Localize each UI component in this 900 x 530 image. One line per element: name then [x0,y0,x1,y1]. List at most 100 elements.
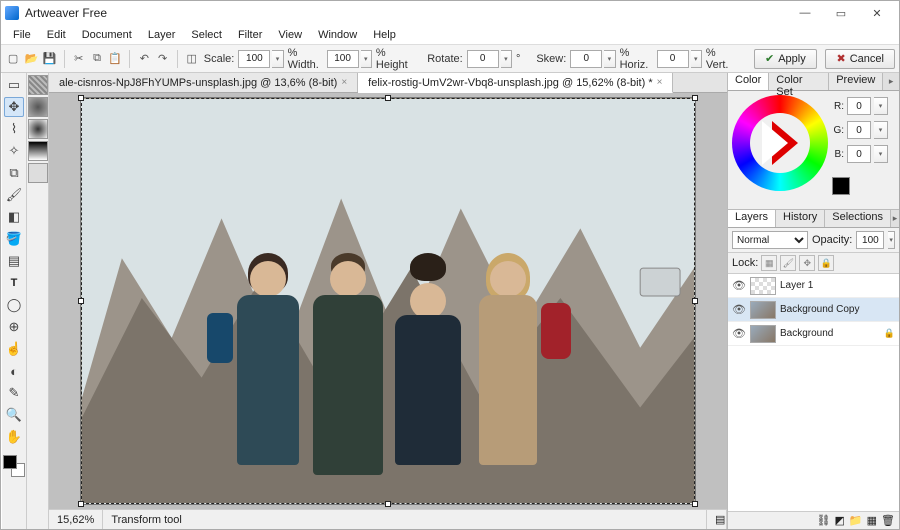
gradient-tool[interactable]: ▤ [4,251,24,271]
tab-doc-1[interactable]: ale-cisnros-NpJ8FhYUMPs-unsplash.jpg @ 1… [49,73,358,92]
dock-thumb-d[interactable] [28,141,48,161]
skew-v-input[interactable] [657,50,689,68]
zoom-tool[interactable]: 🔍 [4,405,24,425]
color-g-input[interactable] [847,121,871,139]
handle-n[interactable] [385,95,391,101]
menu-edit[interactable]: Edit [39,27,74,43]
skew-v-dd[interactable]: ▾ [691,50,702,68]
minimize-button[interactable]: ― [787,1,823,25]
foreground-swatch[interactable] [3,455,17,469]
handle-w[interactable] [78,298,84,304]
layer-row[interactable]: 👁 Layer 1 [728,274,899,298]
color-wheel[interactable] [732,95,828,191]
panel-tab-preview[interactable]: Preview [829,73,883,90]
opacity-input[interactable] [856,231,884,249]
panel-menu-icon[interactable]: ▸ [883,73,899,90]
dock-thumb-c[interactable] [28,119,48,139]
smudge-tool[interactable]: ☝ [4,339,24,359]
handle-ne[interactable] [692,95,698,101]
dock-thumb-b[interactable] [28,97,48,117]
panel-fg-swatch[interactable] [832,177,850,195]
copy-icon[interactable]: ⧉ [89,49,105,69]
close-tab-icon[interactable]: × [657,77,663,88]
shape-tool[interactable]: ◯ [4,295,24,315]
blend-mode-select[interactable]: Normal [732,231,808,249]
layer-row[interactable]: 👁 Background Copy [728,298,899,322]
menu-document[interactable]: Document [74,27,140,43]
close-button[interactable]: ✕ [859,1,895,25]
lock-position-icon[interactable]: ✥ [799,255,815,271]
undo-icon[interactable]: ↶ [136,49,152,69]
menu-file[interactable]: File [5,27,39,43]
layer-new-icon[interactable]: ▦ [867,514,877,527]
color-triangle[interactable] [762,121,788,165]
close-tab-icon[interactable]: × [341,77,347,88]
cut-icon[interactable]: ✂ [71,49,87,69]
visibility-icon[interactable]: 👁 [732,303,746,316]
rotate-dd[interactable]: ▾ [501,50,512,68]
dodge-tool[interactable]: ◐ [4,361,24,381]
menu-help[interactable]: Help [365,27,404,43]
menu-select[interactable]: Select [183,27,230,43]
scale-width-input[interactable] [238,50,270,68]
handle-se[interactable] [692,501,698,507]
panel-tab-color[interactable]: Color [728,73,769,90]
menu-filter[interactable]: Filter [230,27,270,43]
dock-thumb-a[interactable] [28,75,48,95]
panel-tab-selections[interactable]: Selections [825,210,891,227]
handle-nw[interactable] [78,95,84,101]
menu-layer[interactable]: Layer [140,27,184,43]
rotate-input[interactable] [467,50,499,68]
brush-tool[interactable]: 🖌 [4,185,24,205]
move-tool[interactable]: ✥ [4,97,24,117]
visibility-icon[interactable]: 👁 [732,279,746,292]
bucket-tool[interactable]: 🪣 [4,229,24,249]
lock-all-icon[interactable]: 🔒 [818,255,834,271]
hand-tool[interactable]: ✋ [4,427,24,447]
color-b-input[interactable] [847,145,871,163]
eraser-tool[interactable]: ◧ [4,207,24,227]
panel-tab-layers[interactable]: Layers [728,210,776,227]
canvas-viewport[interactable] [49,93,727,509]
transform-icon[interactable]: ◫ [184,49,200,69]
scale-height-input[interactable] [327,50,359,68]
status-zoom[interactable]: 15,62% [49,510,103,529]
handle-s[interactable] [385,501,391,507]
crop-tool[interactable]: ⧉ [4,163,24,183]
layer-delete-icon[interactable]: 🗑 [881,514,895,527]
save-icon[interactable]: 💾 [42,49,58,69]
layer-row[interactable]: 👁 Background 🔒 [728,322,899,346]
paste-icon[interactable]: 📋 [107,49,123,69]
menu-window[interactable]: Window [310,27,365,43]
wand-tool[interactable]: ✧ [4,141,24,161]
panel-menu-icon[interactable]: ▸ [891,210,899,227]
panel-tab-colorset[interactable]: Color Set [769,73,829,90]
lasso-tool[interactable]: ⌇ [4,119,24,139]
cancel-button[interactable]: ✖Cancel [825,49,894,69]
scale-height-dd[interactable]: ▾ [361,50,372,68]
clone-tool[interactable]: ⊕ [4,317,24,337]
skew-h-dd[interactable]: ▾ [604,50,615,68]
redo-icon[interactable]: ↷ [154,49,170,69]
rect-select-tool[interactable]: ▭ [4,75,24,95]
dock-thumb-e[interactable] [28,163,48,183]
skew-h-input[interactable] [570,50,602,68]
new-icon[interactable]: ▢ [5,49,21,69]
open-icon[interactable]: 📂 [23,49,39,69]
layer-mask-icon[interactable]: ◩ [835,514,845,527]
color-r-input[interactable] [847,97,871,115]
maximize-button[interactable]: ▭ [823,1,859,25]
layer-link-icon[interactable]: ⛓ [817,514,831,527]
handle-e[interactable] [692,298,698,304]
text-tool[interactable]: T [4,273,24,293]
color-swatches[interactable] [3,455,25,477]
eyedropper-tool[interactable]: ✎ [4,383,24,403]
tab-doc-2[interactable]: felix-rostig-UmV2wr-Vbq8-unsplash.jpg @ … [358,73,673,93]
canvas-image[interactable] [81,98,695,504]
lock-transparency-icon[interactable]: ▦ [761,255,777,271]
visibility-icon[interactable]: 👁 [732,327,746,340]
scale-width-dd[interactable]: ▾ [272,50,283,68]
layer-folder-icon[interactable]: 📁 [849,514,863,527]
menu-view[interactable]: View [270,27,310,43]
handle-sw[interactable] [78,501,84,507]
